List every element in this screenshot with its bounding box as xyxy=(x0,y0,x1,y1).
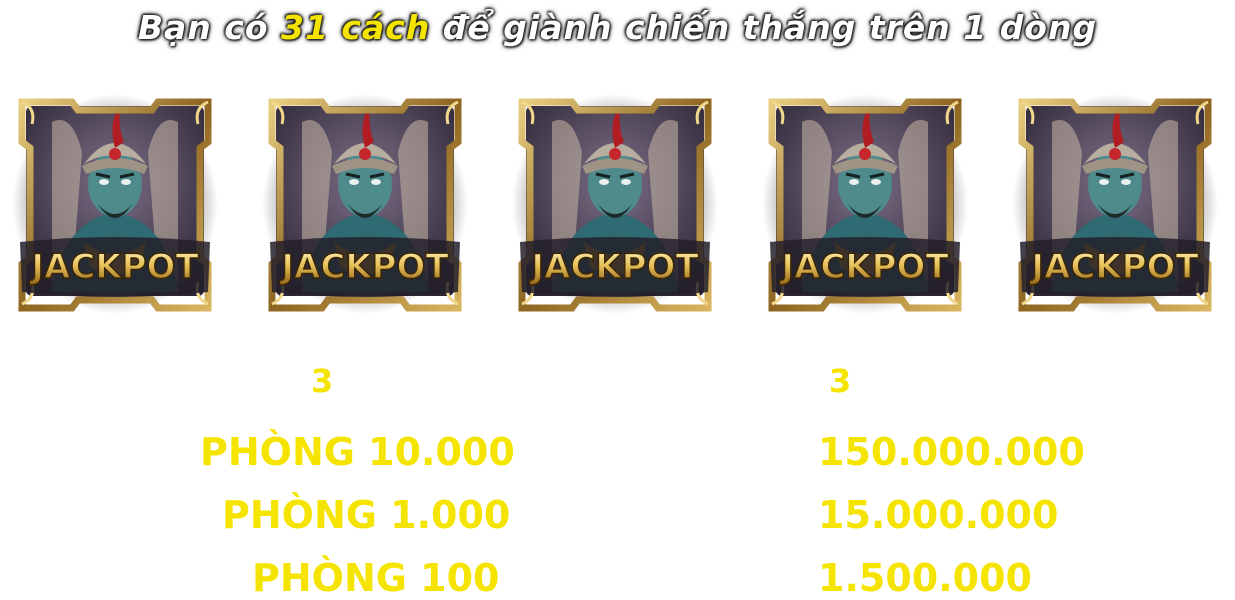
genie-jackpot-icon: JACKPOT xyxy=(12,92,218,314)
jackpot-symbol-3: JACKPOT xyxy=(512,92,718,314)
prize-value-10000: 150.000.000 xyxy=(818,430,1085,474)
jackpot-label: JACKPOT xyxy=(1029,247,1199,287)
jackpot-label: JACKPOT xyxy=(779,247,949,287)
room-label-10000: PHÒNG 10.000 xyxy=(200,430,515,474)
right-symbol-count: 3 xyxy=(829,362,852,400)
jackpot-label: JACKPOT xyxy=(29,247,199,287)
jackpot-symbol-1: JACKPOT xyxy=(12,92,218,314)
headline: Bạn có 31 cách để giành chiến thắng trên… xyxy=(0,8,1235,47)
headline-prefix: Bạn có xyxy=(137,8,281,47)
genie-jackpot-icon: JACKPOT xyxy=(1012,92,1218,314)
jackpot-label: JACKPOT xyxy=(529,247,699,287)
jackpot-symbol-4: JACKPOT xyxy=(762,92,968,314)
genie-jackpot-icon: JACKPOT xyxy=(262,92,468,314)
jackpot-symbol-2: JACKPOT xyxy=(262,92,468,314)
jackpot-symbol-5: JACKPOT xyxy=(1012,92,1218,314)
genie-jackpot-icon: JACKPOT xyxy=(512,92,718,314)
headline-suffix: để giành chiến thắng trên 1 dòng xyxy=(430,8,1098,47)
room-label-1000: PHÒNG 1.000 xyxy=(222,493,511,537)
room-label-100: PHÒNG 100 xyxy=(252,556,500,600)
headline-highlight: 31 cách xyxy=(281,8,431,47)
prize-value-1000: 15.000.000 xyxy=(818,493,1059,537)
genie-jackpot-icon: JACKPOT xyxy=(762,92,968,314)
prize-value-100: 1.500.000 xyxy=(818,556,1032,600)
jackpot-label: JACKPOT xyxy=(279,247,449,287)
left-symbol-count: 3 xyxy=(311,362,334,400)
